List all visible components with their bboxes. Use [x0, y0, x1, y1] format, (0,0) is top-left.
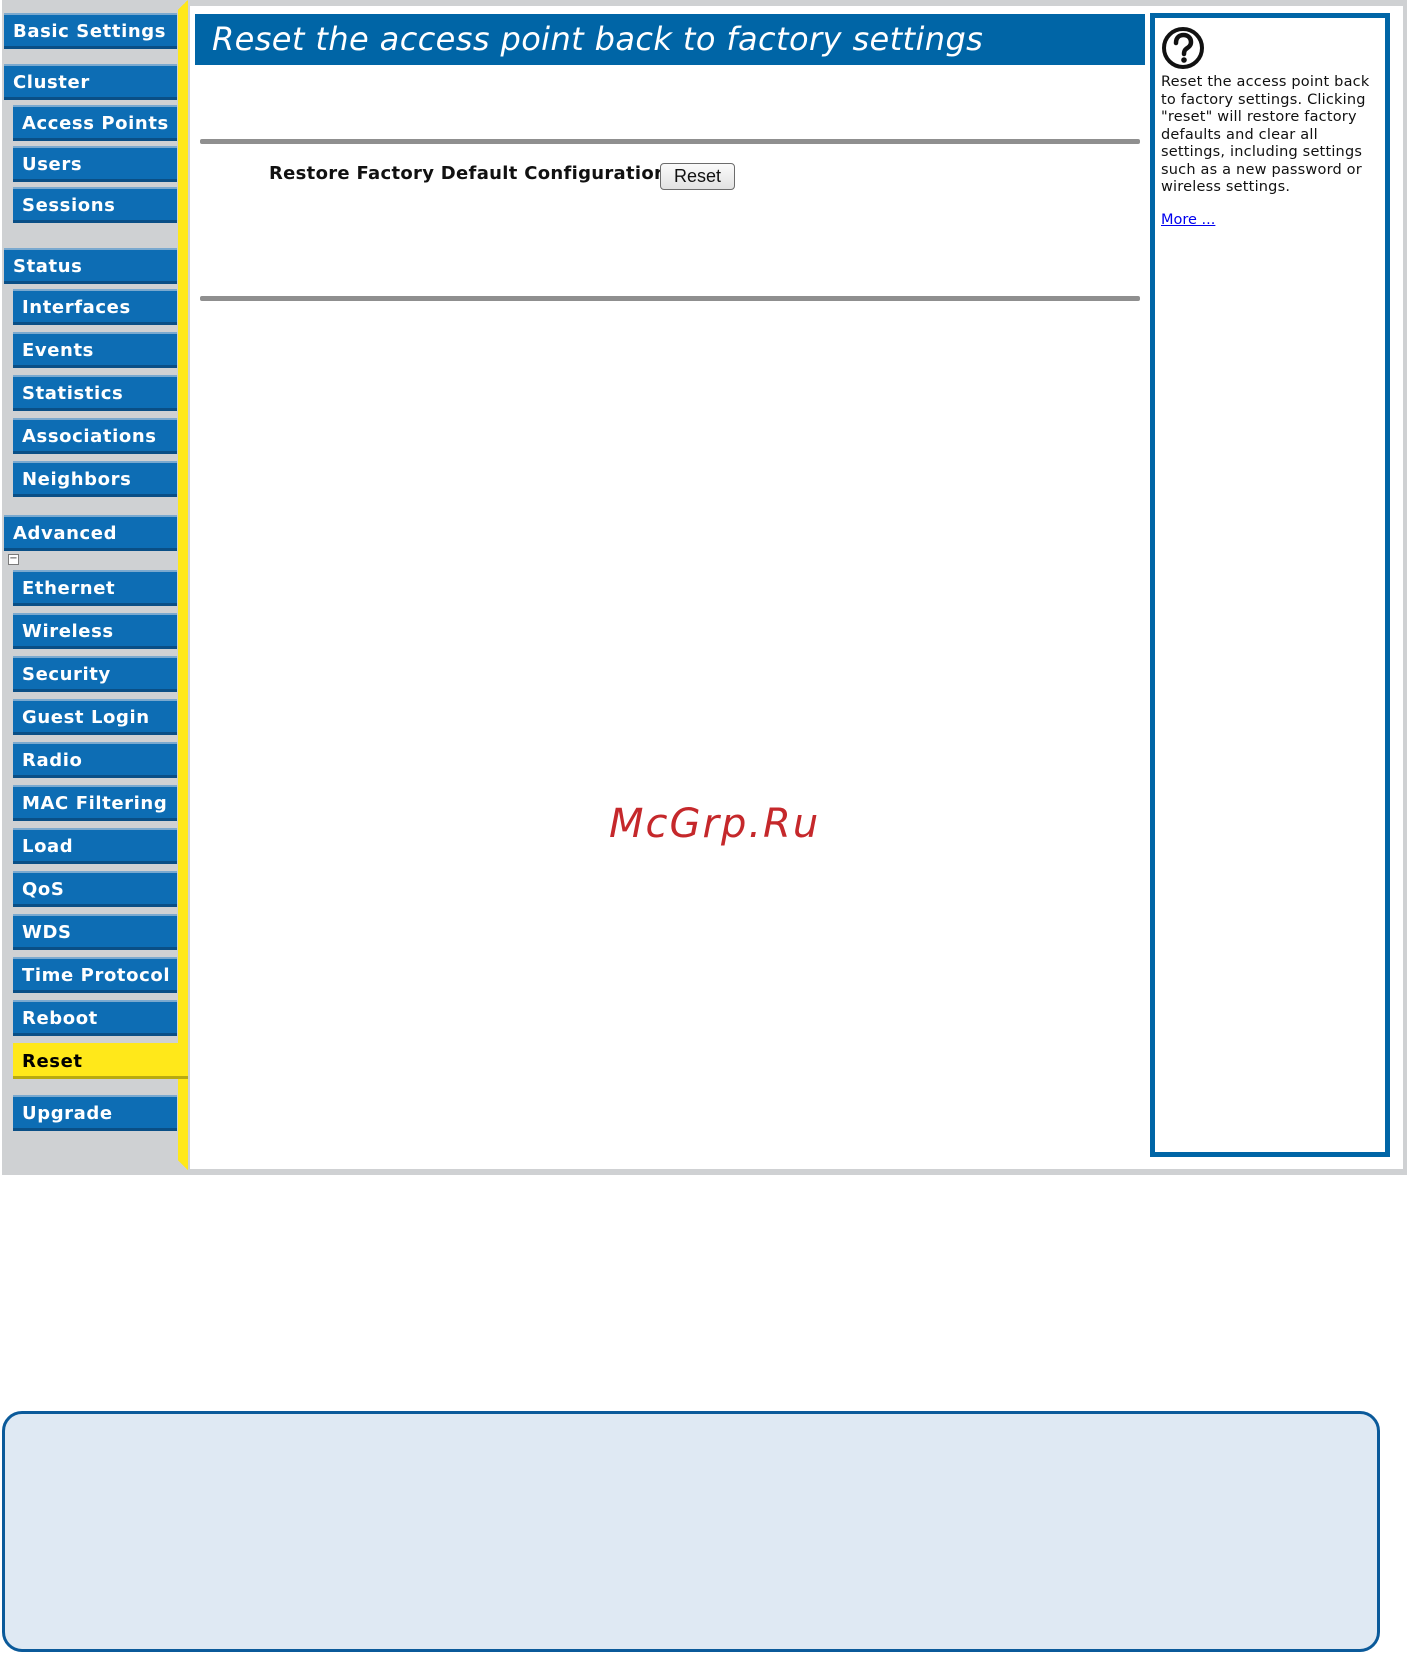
nav-wireless[interactable]: Wireless — [13, 613, 177, 649]
nav-access-points[interactable]: Access Points — [13, 105, 177, 141]
nav-basic-settings[interactable]: Basic Settings — [4, 13, 177, 49]
sidebar-accent-cap — [178, 0, 188, 10]
nav-reset-active[interactable]: Reset — [13, 1043, 188, 1079]
nav-qos[interactable]: QoS — [13, 871, 177, 907]
nav-statistics[interactable]: Statistics — [13, 375, 177, 411]
nav-radio[interactable]: Radio — [13, 742, 177, 778]
nav-users[interactable]: Users — [13, 146, 177, 182]
collapse-minus-icon[interactable]: − — [8, 554, 19, 565]
reset-button[interactable]: Reset — [660, 163, 735, 190]
page-title: Reset the access point back to factory s… — [212, 20, 984, 58]
nav-wds[interactable]: WDS — [13, 914, 177, 950]
question-icon — [1162, 27, 1204, 69]
watermark: McGrp.Ru — [609, 801, 821, 847]
nav-ethernet[interactable]: Ethernet — [13, 570, 177, 606]
nav-security[interactable]: Security — [13, 656, 177, 692]
help-text: Reset the access point back to factory s… — [1161, 74, 1370, 195]
nav-mac-filtering[interactable]: MAC Filtering — [13, 785, 177, 821]
nav-cluster[interactable]: Cluster — [4, 64, 177, 100]
section-divider-bottom — [200, 296, 1140, 301]
section-divider-top — [200, 139, 1140, 144]
help-panel: Reset the access point back to factory s… — [1150, 13, 1390, 1157]
nav-time-protocol[interactable]: Time Protocol — [13, 957, 177, 993]
nav-associations[interactable]: Associations — [13, 418, 177, 454]
nav-guest-login[interactable]: Guest Login — [13, 699, 177, 735]
nav-sessions[interactable]: Sessions — [13, 187, 177, 223]
nav-neighbors[interactable]: Neighbors — [13, 461, 177, 497]
nav-events[interactable]: Events — [13, 332, 177, 368]
nav-upgrade[interactable]: Upgrade — [13, 1095, 177, 1131]
page-title-bar: Reset the access point back to factory s… — [195, 14, 1145, 65]
nav-status[interactable]: Status — [4, 248, 177, 284]
restore-factory-label: Restore Factory Default Configuration — [269, 163, 668, 184]
note-box — [2, 1411, 1380, 1652]
nav-interfaces[interactable]: Interfaces — [13, 289, 177, 325]
nav-advanced[interactable]: Advanced — [4, 515, 177, 551]
sidebar-accent-foot — [178, 1160, 188, 1170]
nav-load-balancing[interactable]: Load Balancing — [13, 828, 177, 895]
sidebar-accent-strip — [178, 0, 188, 1168]
help-more-link[interactable]: More ... — [1161, 212, 1215, 228]
nav-reboot[interactable]: Reboot — [13, 1000, 177, 1036]
